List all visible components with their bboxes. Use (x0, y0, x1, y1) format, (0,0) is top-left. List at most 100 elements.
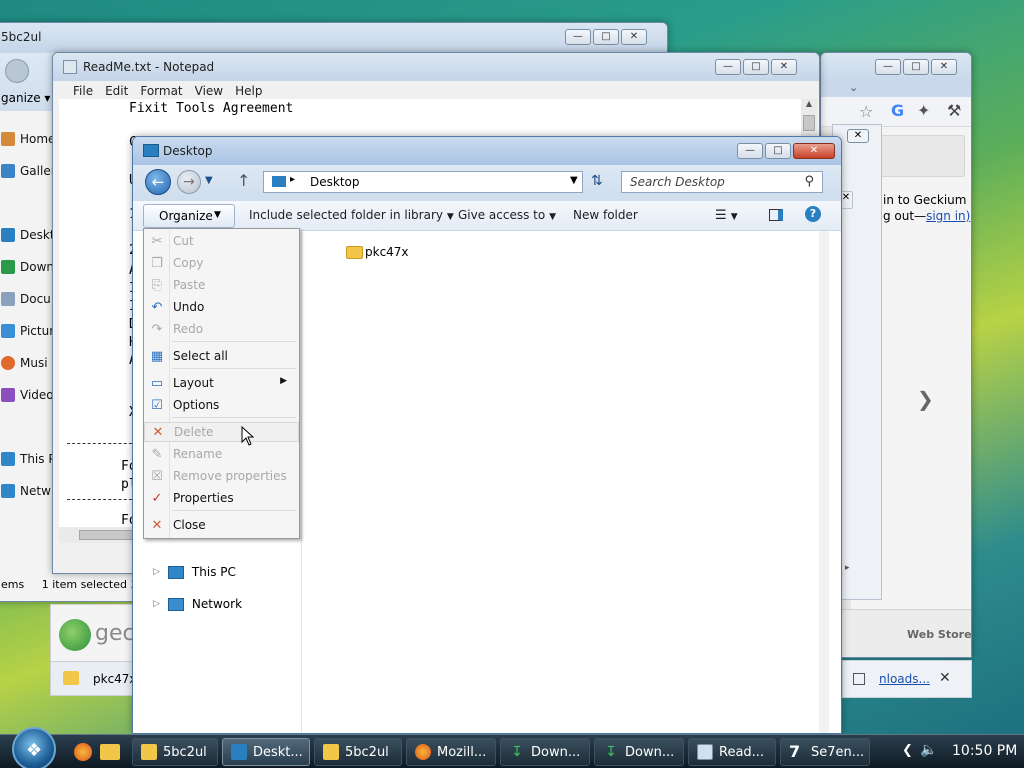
taskbar-button-5bc2ul[interactable]: 5bc2ul (132, 738, 218, 766)
menu-item-copy[interactable]: ❐ Copy (144, 253, 299, 273)
menu-item-paste[interactable]: ⎘ Paste (144, 275, 299, 295)
firefox-quicklaunch-icon[interactable] (74, 743, 92, 761)
forward-icon[interactable] (5, 59, 29, 83)
maximize-button[interactable]: □ (593, 29, 619, 45)
maximize-button[interactable]: □ (903, 59, 929, 75)
download-item[interactable]: pkc47x. (51, 661, 140, 695)
scroll-up-icon[interactable]: ▲ (801, 99, 817, 113)
nav-item-pictures[interactable]: Pictur (1, 321, 54, 341)
menu-item-cut[interactable]: ✂ Cut (144, 231, 299, 251)
menu-item-layout[interactable]: ▭ Layout ▶ (144, 373, 299, 393)
nav-item-this-pc[interactable]: This P (1, 449, 56, 469)
volume-muted-icon[interactable]: 🔈 (920, 742, 937, 758)
checkbox-icon[interactable] (853, 673, 865, 685)
organize-button[interactable]: ganize ▾ (1, 91, 50, 105)
menu-format[interactable]: Format (140, 84, 182, 98)
taskbar-button-se7en[interactable]: 7 Se7en... (780, 738, 870, 766)
minimize-button[interactable]: — (875, 59, 901, 75)
sign-in-link[interactable]: sign in) (926, 209, 970, 223)
nav-item-music[interactable]: Musi (1, 353, 48, 373)
minimize-button[interactable]: — (715, 59, 741, 75)
taskbar-button-desktop[interactable]: Deskt... (222, 738, 310, 766)
menu-item-close[interactable]: ✕ Close (144, 515, 299, 535)
menu-item-options[interactable]: ☑ Options (144, 395, 299, 415)
wrench-icon[interactable]: ⚒ (947, 101, 961, 120)
expand-arrow-icon[interactable]: ▷ (153, 599, 160, 609)
notepad-titlebar[interactable]: ReadMe.txt - Notepad — □ ✕ (53, 53, 819, 81)
start-button[interactable]: ❖ (12, 727, 56, 768)
help-icon[interactable]: ? (805, 206, 821, 222)
menu-view[interactable]: View (195, 84, 223, 98)
menu-file[interactable]: File (73, 84, 93, 98)
chevron-down-icon[interactable]: ⌄ (821, 81, 971, 97)
file-list-pane[interactable]: pkc47x (301, 231, 833, 733)
close-downloads-icon[interactable]: ✕ (939, 670, 951, 686)
menu-item-delete[interactable]: ✕ Delete (144, 422, 299, 442)
search-input[interactable]: Search Desktop ⚲ (621, 171, 823, 193)
maximize-button[interactable]: □ (765, 143, 791, 159)
taskbar-button-readme[interactable]: Read... (688, 738, 776, 766)
tree-item-this-pc[interactable]: ▷ This PC (153, 565, 236, 579)
explorer-quicklaunch-icon[interactable] (100, 744, 120, 760)
explorer-titlebar[interactable]: Desktop — □ ✕ (133, 137, 841, 165)
minimize-button[interactable]: — (565, 29, 591, 45)
google-icon[interactable]: G (891, 101, 904, 120)
menu-help[interactable]: Help (235, 84, 262, 98)
background-folder-titlebar[interactable]: 5bc2ul — □ ✕ (0, 23, 667, 53)
taskbar-button-downloads[interactable]: ↧ Down... (500, 738, 590, 766)
organize-button[interactable]: Organize ▼ (143, 204, 235, 228)
bookmark-star-icon[interactable]: ☆ (859, 102, 873, 121)
close-button[interactable]: ✕ (847, 129, 869, 143)
forward-arrow-icon[interactable]: → (177, 170, 201, 194)
file-item-folder[interactable]: pkc47x (346, 245, 409, 259)
scroll-right-icon[interactable]: ▸ (845, 563, 850, 573)
give-access-button[interactable]: Give access to ▼ (458, 208, 556, 222)
menu-item-rename[interactable]: ✎ Rename (144, 444, 299, 464)
menu-item-redo[interactable]: ↷ Redo (144, 319, 299, 339)
nav-item-downloads[interactable]: Down (1, 257, 54, 277)
close-button[interactable]: ✕ (771, 59, 797, 75)
nav-item-gallery[interactable]: Galler (1, 161, 56, 181)
scrollbar-thumb[interactable] (79, 530, 139, 540)
tree-item-network[interactable]: ▷ Network (153, 597, 242, 611)
address-dropdown-icon[interactable]: ▼ (570, 175, 578, 186)
history-dropdown-icon[interactable]: ▼ (205, 175, 213, 186)
close-button[interactable]: ✕ (793, 143, 835, 159)
expand-arrow-icon[interactable]: ▷ (153, 567, 160, 577)
show-all-downloads-link[interactable]: nloads... (879, 672, 930, 686)
view-options-icon[interactable]: ☰ ▼ (715, 208, 738, 223)
breadcrumb-chevron-icon[interactable]: ▸ (290, 174, 295, 185)
back-arrow-icon[interactable]: ← (145, 169, 171, 195)
close-button[interactable]: ✕ (621, 29, 647, 45)
refresh-icon[interactable]: ⇅ (591, 173, 603, 189)
new-folder-button[interactable]: New folder (573, 208, 638, 222)
web-store-link[interactable]: Web Store (907, 628, 971, 641)
clock[interactable]: 10:50 PM (952, 743, 1017, 759)
nav-item-desktop[interactable]: Deskt (1, 225, 55, 245)
up-arrow-icon[interactable]: ↑ (237, 171, 250, 190)
address-bar[interactable]: ▸ Desktop ▼ (263, 171, 583, 193)
menu-item-remove-properties[interactable]: ☒ Remove properties (144, 466, 299, 486)
menu-item-select-all[interactable]: ▦ Select all (144, 346, 299, 366)
extensions-puzzle-icon[interactable]: ✦ (917, 101, 930, 120)
next-arrow-icon[interactable]: ❯ (917, 387, 934, 411)
scrollbar-thumb[interactable] (803, 115, 815, 131)
menu-edit[interactable]: Edit (105, 84, 128, 98)
nav-item-network[interactable]: Netw (1, 481, 51, 501)
taskbar-button-5bc2ul[interactable]: 5bc2ul (314, 738, 402, 766)
taskbar-button-downloads[interactable]: ↧ Down... (594, 738, 684, 766)
menu-item-undo[interactable]: ↶ Undo (144, 297, 299, 317)
close-button[interactable]: ✕ (931, 59, 957, 75)
taskbar-button-mozilla[interactable]: Mozill... (406, 738, 496, 766)
nav-item-documents[interactable]: Docu (1, 289, 51, 309)
tray-expand-icon[interactable]: ❮ (902, 743, 913, 758)
nav-item-videos[interactable]: Video (1, 385, 54, 405)
browser-titlebar[interactable]: — □ ✕ (821, 53, 971, 81)
include-in-library-button[interactable]: Include selected folder in library ▼ (249, 208, 454, 222)
minimize-button[interactable]: — (737, 143, 763, 159)
menu-item-properties[interactable]: ✓ Properties (144, 488, 299, 508)
maximize-button[interactable]: □ (743, 59, 769, 75)
vertical-scrollbar[interactable] (819, 231, 829, 733)
preview-pane-icon[interactable] (769, 209, 783, 221)
nav-item-home[interactable]: Home (1, 129, 55, 149)
